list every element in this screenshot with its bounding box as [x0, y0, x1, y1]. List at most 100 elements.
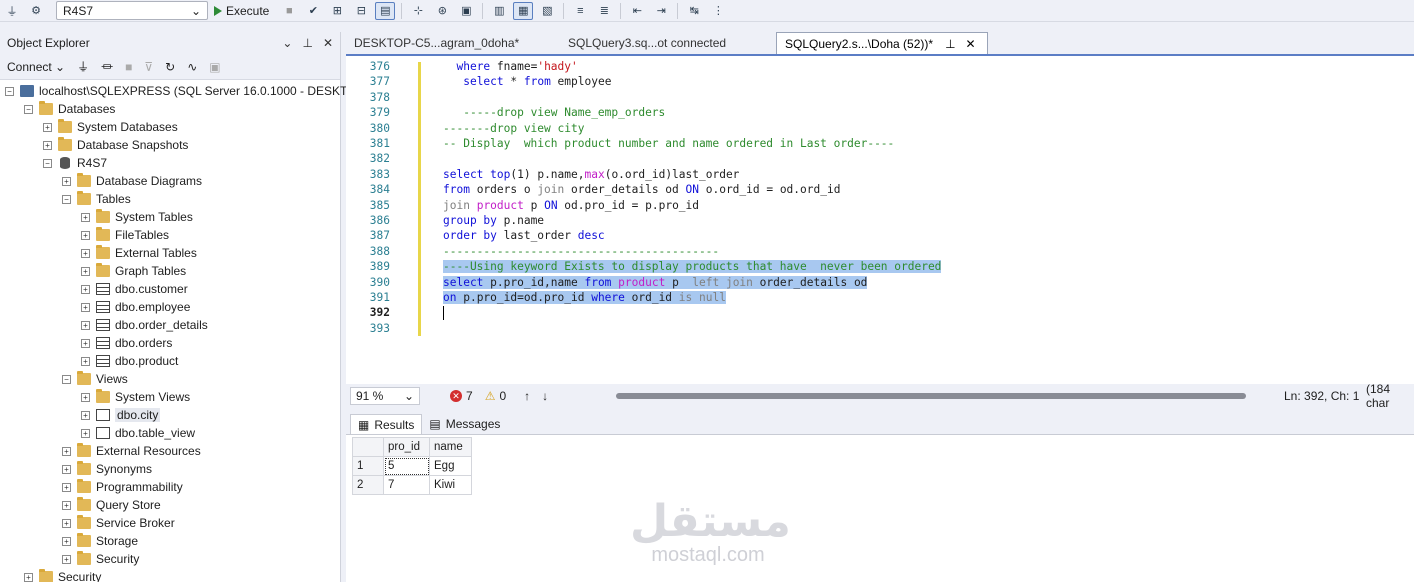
code-line[interactable]: select * from employee	[443, 75, 611, 88]
code-line[interactable]: -- Display which product number and name…	[443, 137, 894, 150]
tree-node[interactable]: + Programmability	[0, 478, 340, 496]
tree-node[interactable]: + dbo.order_details	[0, 316, 340, 334]
code-line[interactable]: join product p ON od.pro_id = p.pro_id	[443, 199, 699, 212]
column-header[interactable]: pro_id	[383, 437, 430, 457]
expand-icon[interactable]: +	[62, 464, 71, 474]
increase-indent-icon[interactable]: ⇥	[651, 2, 671, 20]
query-designer-icon[interactable]: ⊟	[351, 2, 371, 20]
collapse-icon[interactable]: −	[62, 374, 71, 384]
tab-sqlquery2[interactable]: SQLQuery2.s...\Doha (52))* ⊥ ✕	[776, 32, 988, 54]
expand-icon[interactable]: +	[62, 446, 71, 456]
collapse-icon[interactable]: −	[24, 104, 33, 114]
expand-icon[interactable]: +	[81, 230, 90, 240]
results-to-text-option-icon[interactable]: ▥	[489, 2, 509, 20]
tools-icon[interactable]: ⚙	[26, 2, 46, 20]
code-line[interactable]: -----drop view Name_emp_orders	[443, 106, 665, 119]
table-row[interactable]: 2 7 Kiwi	[352, 475, 472, 495]
tree-node[interactable]: + dbo.orders	[0, 334, 340, 352]
arrow-down-icon[interactable]: ↓	[542, 389, 548, 403]
grid-cell[interactable]: 7	[383, 475, 430, 495]
grid-cell[interactable]: 5	[383, 456, 430, 476]
arrow-up-icon[interactable]: ↑	[524, 389, 530, 403]
table-row[interactable]: 1 5 Egg	[352, 456, 472, 476]
error-count[interactable]: ✕ 7	[450, 389, 473, 403]
expand-icon[interactable]: +	[62, 482, 71, 492]
execute-button[interactable]: Execute	[214, 4, 269, 18]
grid-cell[interactable]: Egg	[429, 456, 472, 476]
tab-sqlquery3[interactable]: SQLQuery3.sq...ot connected	[554, 32, 776, 54]
tree-node[interactable]: + External Tables	[0, 244, 340, 262]
code-line[interactable]: group by p.name	[443, 214, 544, 227]
tree-node[interactable]: + dbo.customer	[0, 280, 340, 298]
chevron-down-icon[interactable]: ⌄	[282, 36, 292, 50]
connect-dropdown[interactable]: Connect ⌄	[7, 60, 65, 74]
code-line[interactable]: select top(1) p.name,max(o.ord_id)last_o…	[443, 168, 739, 181]
code-line[interactable]	[443, 306, 444, 323]
close-icon[interactable]: ✕	[323, 36, 333, 50]
warning-count[interactable]: ⚠ 0	[485, 389, 506, 403]
expand-icon[interactable]: +	[81, 410, 90, 420]
tree-node[interactable]: + Database Diagrams	[0, 172, 340, 190]
expand-icon[interactable]: +	[81, 266, 90, 276]
database-select[interactable]: R4S7 ⌄	[56, 1, 208, 20]
expand-icon[interactable]: +	[62, 500, 71, 510]
stop-icon[interactable]: ■	[279, 2, 299, 20]
expand-icon[interactable]: +	[81, 356, 90, 366]
comment-lines-icon[interactable]: ≡	[570, 2, 590, 20]
grid-cell[interactable]: Kiwi	[429, 475, 472, 495]
code-line[interactable]: on p.pro_id=od.pro_id where ord_id is nu…	[443, 291, 726, 304]
row-header[interactable]: 1	[352, 456, 384, 476]
collapse-icon[interactable]: −	[43, 158, 52, 168]
code-line[interactable]: -------drop view city	[443, 122, 584, 135]
tree-node[interactable]: − R4S7	[0, 154, 340, 172]
expand-icon[interactable]: +	[62, 554, 71, 564]
summary-icon[interactable]: ▣	[209, 60, 220, 74]
tree-node[interactable]: + dbo.table_view	[0, 424, 340, 442]
code-line[interactable]: select p.pro_id,name from product p left…	[443, 275, 868, 289]
filter-icon[interactable]: ⊽	[144, 60, 153, 74]
collapse-icon[interactable]: −	[62, 194, 71, 204]
more-options-icon[interactable]: ⋮	[708, 2, 728, 20]
results-to-file-icon[interactable]: ▧	[537, 2, 557, 20]
code-line[interactable]: where fname='hady'	[443, 60, 577, 73]
expand-icon[interactable]: +	[43, 122, 52, 132]
include-plan-icon[interactable]: ⊹	[408, 2, 428, 20]
code-line[interactable]: order by last_order desc	[443, 229, 605, 242]
expand-icon[interactable]: +	[81, 320, 90, 330]
row-header-corner[interactable]	[352, 437, 384, 457]
tree-node[interactable]: + Synonyms	[0, 460, 340, 478]
parse-checkmark-icon[interactable]: ✔	[303, 2, 323, 20]
tree-node[interactable]: − Tables	[0, 190, 340, 208]
query-editor[interactable]: 376 where fname='hady' 377 select * from …	[346, 54, 1414, 384]
expand-icon[interactable]: +	[81, 392, 90, 402]
tree-node[interactable]: + Query Store	[0, 496, 340, 514]
disconnect-icon[interactable]: ⏛	[101, 58, 113, 75]
tree-node[interactable]: + System Views	[0, 388, 340, 406]
connect-plug-icon[interactable]: ⏚	[2, 2, 22, 20]
expand-icon[interactable]: +	[62, 176, 71, 186]
tree-node[interactable]: + Database Snapshots	[0, 136, 340, 154]
tree-node[interactable]: + System Databases	[0, 118, 340, 136]
tab-results[interactable]: ▦ Results	[350, 414, 423, 434]
code-line[interactable]: ----------------------------------------…	[443, 245, 719, 258]
expand-icon[interactable]: +	[81, 302, 90, 312]
column-header[interactable]: name	[429, 437, 472, 457]
tree-node[interactable]: + dbo.product	[0, 352, 340, 370]
expand-icon[interactable]: +	[81, 212, 90, 222]
uncomment-lines-icon[interactable]: ≣	[594, 2, 614, 20]
expand-icon[interactable]: +	[43, 140, 52, 150]
tree-node[interactable]: + dbo.city	[0, 406, 340, 424]
expand-icon[interactable]: +	[81, 284, 90, 294]
tree-node[interactable]: + External Resources	[0, 442, 340, 460]
expand-icon[interactable]: +	[81, 338, 90, 348]
decrease-indent-icon[interactable]: ⇤	[627, 2, 647, 20]
code-line[interactable]: ----Using keyword Exists to display prod…	[443, 260, 942, 274]
horizontal-scrollbar[interactable]	[616, 393, 1246, 399]
close-icon[interactable]: ✕	[966, 37, 976, 51]
collapse-icon[interactable]: −	[5, 86, 14, 96]
tree-node[interactable]: + Service Broker	[0, 514, 340, 532]
client-stats-icon[interactable]: ▣	[456, 2, 476, 20]
expand-icon[interactable]: +	[24, 572, 33, 582]
code-line[interactable]: from orders o join order_details od ON o…	[443, 183, 840, 196]
tree-node[interactable]: + dbo.employee	[0, 298, 340, 316]
